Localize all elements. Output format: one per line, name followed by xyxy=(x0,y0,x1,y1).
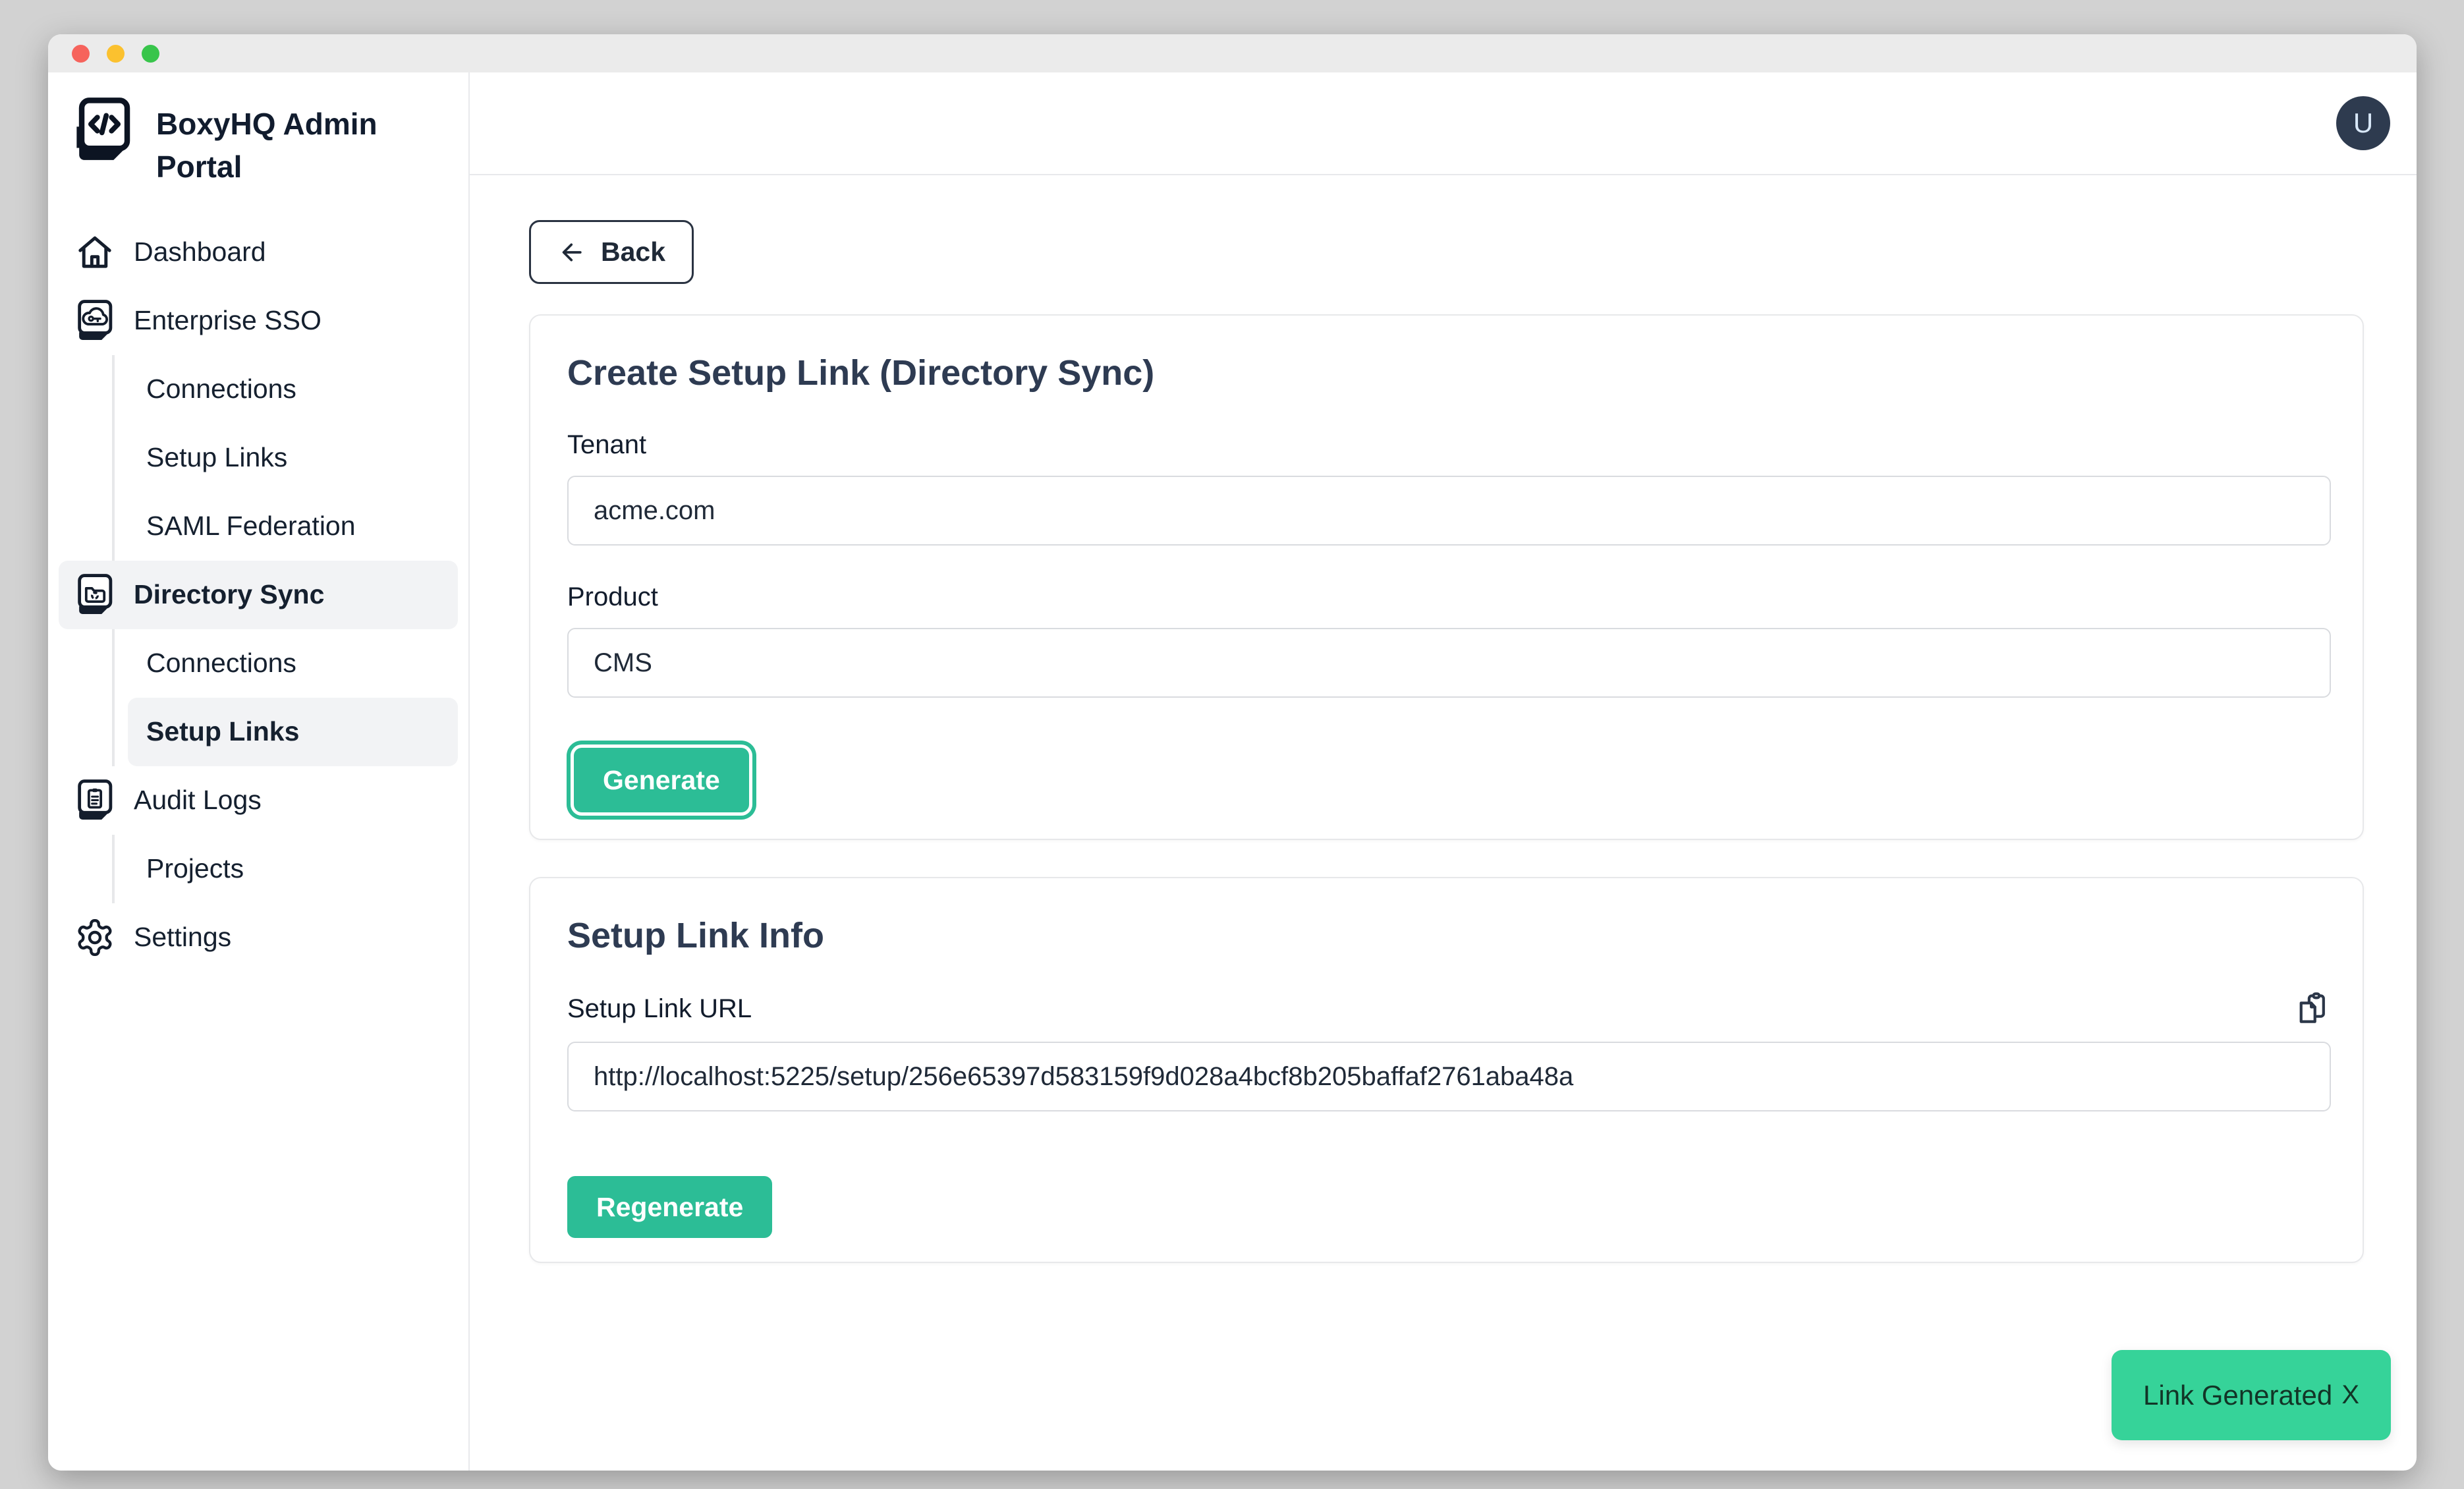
sidebar-item-label: Connections xyxy=(146,648,296,679)
arrow-left-icon xyxy=(557,238,586,267)
toast-close-button[interactable]: X xyxy=(2341,1380,2359,1410)
sidebar-item-projects[interactable]: Projects xyxy=(128,835,458,903)
sidebar-item-dsync-connections[interactable]: Connections xyxy=(128,629,458,698)
sidebar-nav: Dashboard Enterprise SSO xyxy=(59,218,458,972)
main-area: U Back Create Setup Link (Directory Sync… xyxy=(470,72,2417,1471)
sidebar-item-audit-logs[interactable]: Audit Logs xyxy=(59,766,458,835)
sidebar-item-label: Directory Sync xyxy=(134,579,324,610)
sidebar-item-sso-setup-links[interactable]: Setup Links xyxy=(128,424,458,492)
traffic-light-close-button[interactable] xyxy=(72,45,90,63)
traffic-light-minimize-button[interactable] xyxy=(107,45,125,63)
sidebar-item-label: Dashboard xyxy=(134,237,266,267)
product-input[interactable] xyxy=(567,628,2331,698)
sidebar-item-label: SAML Federation xyxy=(146,511,356,542)
sidebar-item-saml-federation[interactable]: SAML Federation xyxy=(128,492,458,561)
back-button-label: Back xyxy=(601,237,665,267)
toast-message: Link Generated xyxy=(2143,1380,2332,1411)
tenant-input[interactable] xyxy=(567,476,2331,546)
product-label: Product xyxy=(567,582,2331,612)
setup-link-info-card: Setup Link Info Setup Link URL xyxy=(529,877,2364,1263)
sidebar-dsync-subgroup: Connections Setup Links xyxy=(112,629,458,766)
app-body: BoxyHQ Admin Portal Dashboard xyxy=(48,72,2417,1471)
setup-link-url-label: Setup Link URL xyxy=(567,994,752,1024)
sidebar-sso-subgroup: Connections Setup Links SAML Federation xyxy=(112,355,458,561)
link-generated-toast: Link Generated X xyxy=(2112,1350,2391,1440)
brand-title: BoxyHQ Admin Portal xyxy=(156,96,454,189)
sidebar-item-label: Settings xyxy=(134,922,231,953)
sidebar: BoxyHQ Admin Portal Dashboard xyxy=(48,72,470,1471)
sidebar-audit-subgroup: Projects xyxy=(112,835,458,903)
sidebar-item-settings[interactable]: Settings xyxy=(59,903,458,972)
sso-cloud-key-icon xyxy=(74,299,115,343)
page-content: Back Create Setup Link (Directory Sync) … xyxy=(470,175,2417,1471)
tenant-label: Tenant xyxy=(567,430,2331,460)
copy-clipboard-icon xyxy=(2294,1019,2331,1029)
sidebar-item-sso-connections[interactable]: Connections xyxy=(128,355,458,424)
top-header: U xyxy=(470,72,2417,175)
back-button[interactable]: Back xyxy=(529,220,694,284)
app-window: BoxyHQ Admin Portal Dashboard xyxy=(48,34,2417,1471)
sidebar-item-label: Enterprise SSO xyxy=(134,305,322,336)
audit-clipboard-icon xyxy=(74,779,115,822)
info-card-title: Setup Link Info xyxy=(567,915,2331,956)
sidebar-item-label: Connections xyxy=(146,374,296,405)
home-icon xyxy=(74,231,115,274)
window-titlebar xyxy=(48,34,2417,72)
traffic-light-zoom-button[interactable] xyxy=(142,45,159,63)
directory-folder-icon xyxy=(74,573,115,617)
create-setup-link-card: Create Setup Link (Directory Sync) Tenan… xyxy=(529,314,2364,840)
sidebar-item-dashboard[interactable]: Dashboard xyxy=(59,218,458,287)
user-avatar[interactable]: U xyxy=(2336,96,2390,150)
sidebar-item-dsync-setup-links[interactable]: Setup Links xyxy=(128,698,458,766)
sidebar-item-directory-sync[interactable]: Directory Sync xyxy=(59,561,458,629)
generate-button[interactable]: Generate xyxy=(574,748,749,812)
gear-icon xyxy=(74,916,115,959)
create-card-title: Create Setup Link (Directory Sync) xyxy=(567,352,2331,393)
brand-code-card-icon xyxy=(73,96,134,165)
sidebar-item-enterprise-sso[interactable]: Enterprise SSO xyxy=(59,287,458,355)
setup-link-url-input[interactable] xyxy=(567,1042,2331,1111)
sidebar-item-label: Projects xyxy=(146,853,244,884)
sidebar-item-label: Setup Links xyxy=(146,442,287,473)
regenerate-button[interactable]: Regenerate xyxy=(567,1176,772,1238)
brand: BoxyHQ Admin Portal xyxy=(59,96,458,189)
sidebar-item-label: Audit Logs xyxy=(134,785,262,816)
setup-link-url-row: Setup Link URL xyxy=(567,990,2331,1027)
copy-button[interactable] xyxy=(2294,990,2331,1027)
sidebar-item-label: Setup Links xyxy=(146,716,299,747)
